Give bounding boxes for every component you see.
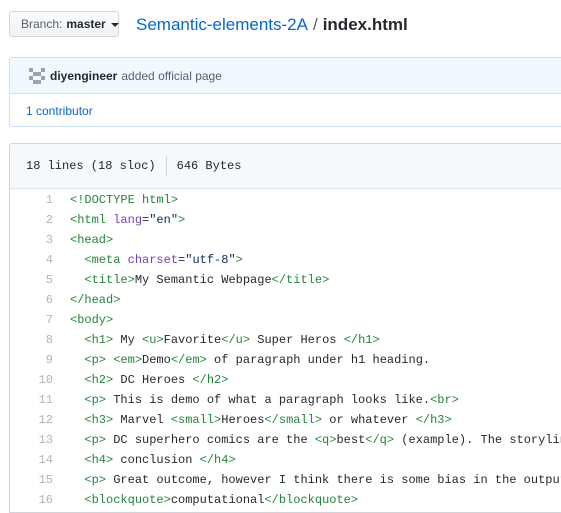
line-number[interactable]: 15 — [10, 470, 53, 490]
code-content: <blockquote>computational</blockquote> — [84, 493, 359, 507]
code-line: 14 <h4> conclusion </h4> — [10, 450, 561, 470]
file-viewer: 18 lines (18 sloc) 646 Bytes 1 <!DOCTYPE … — [9, 143, 561, 513]
code-line: 2 <html lang="en"> — [10, 210, 561, 230]
file-info-bar: 18 lines (18 sloc) 646 Bytes — [10, 144, 561, 189]
code-content: <head> — [70, 233, 114, 247]
line-number[interactable]: 7 — [10, 310, 53, 330]
code-content: <!DOCTYPE html> — [70, 193, 179, 207]
commit-message[interactable]: added official page — [121, 69, 222, 83]
avatar-icon[interactable] — [27, 65, 47, 86]
code-content: <h2> DC Heroes </h2> — [84, 373, 229, 387]
code-content: <p> DC superhero comics are the <q>best<… — [84, 433, 561, 447]
code-content: </head> — [70, 293, 121, 307]
breadcrumb: Semantic-elements-2A / index.html — [136, 15, 408, 35]
line-number[interactable]: 2 — [10, 210, 53, 230]
code-line: 3 <head> — [10, 230, 561, 250]
line-number[interactable]: 10 — [10, 370, 53, 390]
code-line: 8 <h1> My <u>Favorite</u> Super Heros </… — [10, 330, 561, 350]
code-content: <body> — [70, 313, 114, 327]
line-number[interactable]: 13 — [10, 430, 53, 450]
code-line: 13 <p> DC superhero comics are the <q>be… — [10, 430, 561, 450]
line-number[interactable]: 1 — [10, 190, 53, 210]
code-content: <h3> Marvel <small>Heroes</small> or wha… — [84, 413, 452, 427]
line-number[interactable]: 4 — [10, 250, 53, 270]
branch-select-button[interactable]: Branch: master — [9, 11, 119, 37]
code-line: 16 <blockquote>computational</blockquote… — [10, 490, 561, 510]
code-line: 10 <h2> DC Heroes </h2> — [10, 370, 561, 390]
line-number[interactable]: 16 — [10, 490, 53, 510]
line-number[interactable]: 9 — [10, 350, 53, 370]
code-line: 5 <title>My Semantic Webpage</title> — [10, 270, 561, 290]
line-number[interactable]: 11 — [10, 390, 53, 410]
commit-author-link[interactable]: diyengineer — [50, 69, 117, 83]
code-content: <title>My Semantic Webpage</title> — [84, 273, 330, 287]
latest-commit-box: diyengineer added official page 1 contri… — [9, 57, 561, 127]
code-line: 9 <p> <em>Demo</em> of paragraph under h… — [10, 350, 561, 370]
code-listing: 1 <!DOCTYPE html> 2 <html lang="en"> 3 <head>… — [10, 189, 561, 510]
code-line: 4 <meta charset="utf-8"> — [10, 250, 561, 270]
branch-label: Branch: — [21, 17, 63, 31]
code-line: 11 <p> This is demo of what a paragraph … — [10, 390, 561, 410]
line-number[interactable]: 6 — [10, 290, 53, 310]
caret-down-icon — [110, 23, 119, 27]
breadcrumb-separator: / — [312, 15, 318, 34]
code-content: <h1> My <u>Favorite</u> Super Heros </h1… — [84, 333, 380, 347]
code-content: <p> This is demo of what a paragraph loo… — [84, 393, 459, 407]
file-name: index.html — [322, 15, 408, 34]
line-number[interactable]: 3 — [10, 230, 53, 250]
repo-link[interactable]: Semantic-elements-2A — [136, 15, 308, 34]
code-line: 15 <p> Great outcome, however I think th… — [10, 470, 561, 490]
code-line: 7 <body> — [10, 310, 561, 330]
code-content: <p> <em>Demo</em> of paragraph under h1 … — [84, 353, 431, 367]
line-number[interactable]: 5 — [10, 270, 53, 290]
file-size: 646 Bytes — [176, 159, 242, 173]
branch-value: master — [66, 17, 106, 31]
line-number[interactable]: 14 — [10, 450, 53, 470]
commit-header: diyengineer added official page — [10, 58, 561, 94]
line-number[interactable]: 8 — [10, 330, 53, 350]
code-content: <h4> conclusion </h4> — [84, 453, 236, 467]
code-content: <p> Great outcome, however I think there… — [84, 473, 561, 487]
line-number[interactable]: 12 — [10, 410, 53, 430]
line-count: 18 lines (18 sloc) — [26, 159, 156, 173]
code-line: 12 <h3> Marvel <small>Heroes</small> or … — [10, 410, 561, 430]
code-line: 6 </head> — [10, 290, 561, 310]
contributors-link[interactable]: 1 contributor — [10, 94, 561, 128]
code-content: <html lang="en"> — [70, 213, 186, 227]
code-content: <meta charset="utf-8"> — [84, 253, 243, 267]
info-divider — [165, 156, 167, 176]
code-line: 1 <!DOCTYPE html> — [10, 190, 561, 210]
